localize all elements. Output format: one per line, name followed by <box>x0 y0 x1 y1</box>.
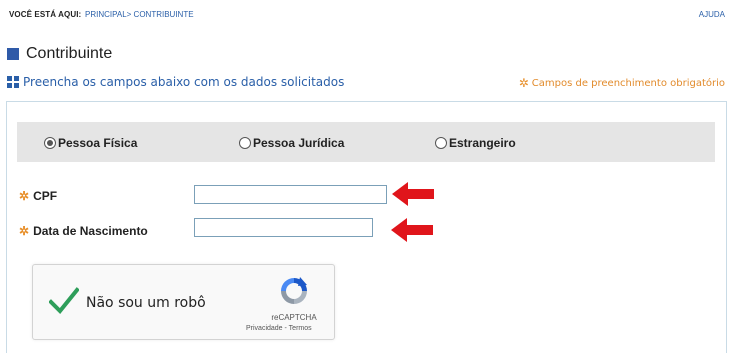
radio-checked-icon[interactable] <box>44 137 56 149</box>
checkmark-icon[interactable] <box>49 287 79 315</box>
birth-date-input[interactable] <box>194 218 373 237</box>
page-title: Contribuinte <box>7 45 112 63</box>
radio-unchecked-icon[interactable] <box>239 137 251 149</box>
radio-estrangeiro[interactable]: Estrangeiro <box>435 136 516 150</box>
breadcrumb-home-link[interactable]: PRINCIPAL <box>85 10 127 19</box>
person-type-bar: Pessoa Física Pessoa Jurídica Estrangeir… <box>17 122 715 162</box>
radio-label: Pessoa Física <box>58 136 138 150</box>
radio-pessoa-fisica[interactable]: Pessoa Física <box>44 136 137 150</box>
page-title-text: Contribuinte <box>26 45 113 62</box>
recaptcha-widget[interactable]: Não sou um robô reCAPTCHA Privacidade - … <box>32 264 335 340</box>
recaptcha-label: Não sou um robô <box>86 295 206 311</box>
grid-icon <box>7 76 19 88</box>
top-bar: VOCÊ ESTÁ AQUI: PRINCIPAL> CONTRIBUINTE … <box>0 0 733 28</box>
radio-label: Estrangeiro <box>449 136 516 150</box>
birth-date-label: ✲ Data de Nascimento <box>19 224 148 238</box>
recaptcha-logo-icon <box>281 277 307 304</box>
breadcrumb-separator: > <box>126 10 132 19</box>
radio-pessoa-juridica[interactable]: Pessoa Jurídica <box>239 136 344 150</box>
recaptcha-brand: reCAPTCHA <box>271 313 317 322</box>
you-are-here-label: VOCÊ ESTÁ AQUI: <box>9 10 82 19</box>
asterisk-icon: ✲ <box>19 224 30 238</box>
birth-date-label-text: Data de Nascimento <box>33 224 148 238</box>
page-subtitle-text: Preencha os campos abaixo com os dados s… <box>23 75 345 89</box>
red-arrow-icon <box>391 218 433 242</box>
recaptcha-terms-link[interactable]: Privacidade - Termos <box>246 325 312 332</box>
breadcrumb: PRINCIPAL> CONTRIBUINTE <box>85 10 194 19</box>
cpf-label: ✲ CPF <box>19 189 57 203</box>
cpf-input[interactable] <box>194 185 387 204</box>
square-icon <box>7 48 19 60</box>
breadcrumb-current-link[interactable]: CONTRIBUINTE <box>134 10 194 19</box>
required-fields-note-text: Campos de preenchimento obrigatório <box>531 77 725 89</box>
help-link[interactable]: AJUDA <box>699 10 725 19</box>
radio-unchecked-icon[interactable] <box>435 137 447 149</box>
asterisk-icon: ✲ <box>19 189 30 203</box>
required-fields-note: ✲ Campos de preenchimento obrigatório <box>519 76 725 90</box>
radio-label: Pessoa Jurídica <box>253 136 345 150</box>
asterisk-icon: ✲ <box>518 76 529 90</box>
page-subtitle: Preencha os campos abaixo com os dados s… <box>7 75 344 89</box>
cpf-label-text: CPF <box>33 189 58 203</box>
red-arrow-icon <box>392 182 434 206</box>
